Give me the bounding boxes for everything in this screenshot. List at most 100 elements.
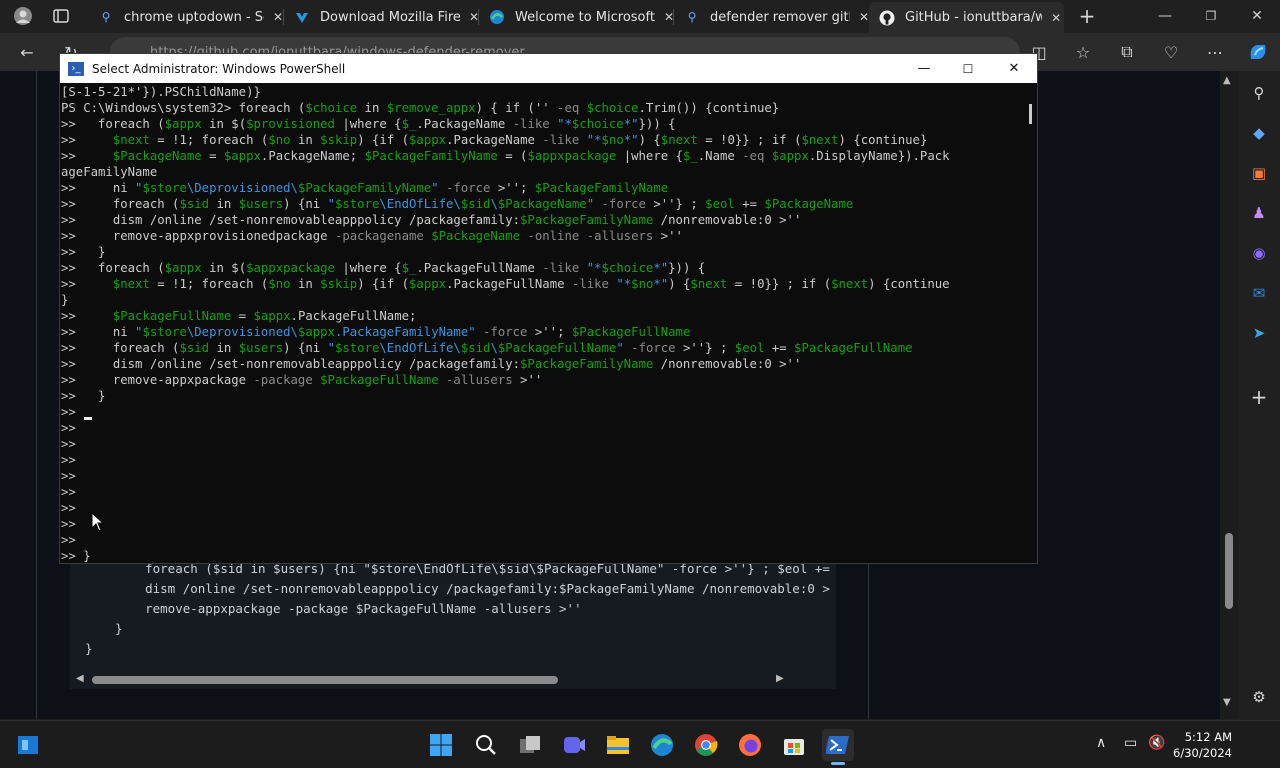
volume-icon[interactable]: 🔇: [1148, 735, 1165, 751]
tab-github-active[interactable]: GitHub - ionuttbara/win ✕: [869, 2, 1064, 33]
close-window-icon[interactable]: ✕: [991, 54, 1037, 83]
terminal-line: >> remove-appxpackage -package $PackageF…: [61, 373, 543, 387]
tab-download-firefox[interactable]: Download Mozilla Firefo ✕: [284, 4, 482, 30]
task-view-icon[interactable]: [514, 729, 546, 761]
copilot-icon[interactable]: [1243, 37, 1273, 67]
store-icon[interactable]: [778, 729, 810, 761]
widgets-icon[interactable]: [12, 729, 44, 761]
restore-icon[interactable]: ❐: [1188, 0, 1234, 32]
powershell-window[interactable]: ›_ Select Administrator: Windows PowerSh…: [59, 53, 1038, 564]
uptodown-icon: [294, 9, 310, 25]
network-icon[interactable]: ▭: [1124, 735, 1137, 751]
browser-essentials-icon[interactable]: ♡: [1156, 37, 1186, 67]
clock-date: 6/30/2024: [1173, 746, 1232, 760]
page-divider: [36, 71, 37, 719]
tab-title: Welcome to Microsoft E: [515, 9, 655, 25]
tab-actions-icon[interactable]: [46, 1, 76, 31]
terminal-line: ageFamilyName: [61, 165, 158, 179]
profile-avatar-icon[interactable]: [8, 1, 38, 31]
windows-start-icon[interactable]: [425, 729, 457, 761]
terminal-line: >> ni "$store\Deprovisioned\$PackageFami…: [61, 181, 669, 195]
tab-title: chrome uptodown - Sea: [124, 9, 264, 25]
terminal-line: >> dism /online /set-nonremovableapppoli…: [61, 213, 802, 227]
copilot-app-icon[interactable]: ◉: [1245, 239, 1273, 267]
text-cursor: [84, 417, 92, 420]
tab-title: GitHub - ionuttbara/win: [905, 10, 1043, 25]
tab-defender-remover[interactable]: ⚲ defender remover githu ✕: [674, 4, 872, 30]
terminal-line: >>: [61, 437, 76, 451]
terminal-line: >> dism /online /set-nonremovableapppoli…: [61, 357, 802, 371]
scroll-up-icon[interactable]: ▲: [1223, 75, 1231, 86]
terminal-line: >> $PackageName = $appx.PackageName; $Pa…: [61, 149, 950, 163]
minimize-icon[interactable]: —: [901, 54, 947, 83]
favorites-icon[interactable]: ☆: [1068, 37, 1098, 67]
terminal-line: >> $next = !1; foreach ($no in $skip) {i…: [61, 277, 950, 291]
tab-welcome-edge[interactable]: Welcome to Microsoft E ✕: [479, 4, 677, 30]
close-window-icon[interactable]: ✕: [1234, 0, 1280, 32]
add-sidebar-app-icon[interactable]: +: [1245, 383, 1273, 411]
terminal-scrollbar[interactable]: [1026, 84, 1037, 563]
scrollbar-thumb[interactable]: [92, 676, 558, 684]
terminal-output[interactable]: [S-1-5-21*'}).PSChildName)} PS C:\Windows…: [60, 84, 1028, 563]
search-icon[interactable]: [470, 729, 502, 761]
scroll-right-icon[interactable]: ▶: [776, 673, 784, 684]
search-icon[interactable]: ⚲: [1245, 79, 1273, 107]
code-block: foreach ($sid in $users) {ni "$store\End…: [70, 551, 836, 689]
scroll-left-icon[interactable]: ◀: [76, 673, 84, 684]
terminal-line: >> remove-appxprovisionedpackage -packag…: [61, 229, 683, 243]
back-icon[interactable]: ←: [12, 37, 42, 67]
terminal-line: >>: [61, 453, 76, 467]
tools-icon[interactable]: ▣: [1245, 159, 1273, 187]
code-horizontal-scrollbar[interactable]: ◀ ▶: [70, 673, 790, 687]
show-hidden-icons-icon[interactable]: ∧: [1096, 735, 1106, 751]
collections-icon[interactable]: ⧉: [1112, 37, 1142, 67]
minimize-icon[interactable]: —: [1142, 0, 1188, 32]
terminal-line: [S-1-5-21*'}).PSChildName)}: [61, 85, 261, 99]
chrome-icon[interactable]: [690, 729, 722, 761]
firefox-icon[interactable]: [734, 729, 766, 761]
terminal-line: >>: [61, 517, 76, 531]
terminal-line: >> }: [61, 389, 106, 403]
powershell-icon[interactable]: [822, 729, 854, 761]
settings-gear-icon[interactable]: ⚙: [1245, 683, 1273, 711]
terminal-line: >>: [61, 533, 76, 547]
active-app-indicator: [831, 762, 845, 765]
edge-icon[interactable]: [646, 729, 678, 761]
tab-title: defender remover githu: [710, 9, 850, 25]
clock[interactable]: 5:12 AM 6/30/2024: [1173, 729, 1232, 761]
search-icon: ⚲: [101, 10, 111, 24]
games-icon[interactable]: ♟: [1245, 199, 1273, 227]
terminal-line: >> foreach ($appx in $($provisioned |whe…: [61, 117, 676, 131]
terminal-line: >>: [61, 469, 76, 483]
tab-chrome-uptodown[interactable]: ⚲ chrome uptodown - Sea ✕: [88, 4, 286, 30]
telegram-icon[interactable]: ➤: [1245, 319, 1273, 347]
tab-title: Download Mozilla Firefo: [320, 9, 460, 25]
teams-icon[interactable]: [558, 729, 590, 761]
outlook-icon[interactable]: ✉: [1245, 279, 1273, 307]
edge-icon: [489, 9, 505, 25]
new-tab-button[interactable]: +: [1072, 1, 1102, 31]
terminal-line: >> $PackageFullName = $appx.PackageFullN…: [61, 309, 417, 323]
window-title: Select Administrator: Windows PowerShell: [92, 61, 346, 76]
more-menu-icon[interactable]: ⋯: [1200, 37, 1230, 67]
scroll-down-icon[interactable]: ▼: [1223, 697, 1231, 708]
powershell-icon: ›_: [68, 61, 84, 76]
terminal-line: >> foreach ($sid in $users) {ni "$store\…: [61, 341, 913, 355]
taskbar: ∧ ▭ 🔇 5:12 AM 6/30/2024: [0, 720, 1280, 768]
page-vertical-scrollbar[interactable]: ▲ ▼: [1220, 71, 1238, 719]
scrollbar-thumb[interactable]: [1225, 533, 1233, 609]
shopping-tag-icon[interactable]: ◆: [1245, 119, 1273, 147]
scrollbar-thumb[interactable]: [1029, 104, 1032, 124]
close-tab-icon[interactable]: ✕: [1048, 11, 1064, 25]
code-line: remove-appxpackage -package $PackageFull…: [115, 601, 582, 616]
terminal-line: >> foreach ($appx in $($appxpackage |whe…: [61, 261, 706, 275]
file-explorer-icon[interactable]: [602, 729, 634, 761]
screen: ⚲ chrome uptodown - Sea ✕ Download Mozil…: [0, 0, 1280, 768]
code-line: dism /online /set-nonremovableapppolicy …: [115, 581, 830, 596]
maximize-icon[interactable]: ☐: [945, 54, 991, 83]
mouse-pointer-icon: [91, 511, 105, 537]
clock-time: 5:12 AM: [1184, 730, 1232, 744]
terminal-line: >>: [61, 485, 76, 499]
powershell-titlebar[interactable]: ›_ Select Administrator: Windows PowerSh…: [60, 54, 1037, 83]
code-line: }: [85, 641, 93, 656]
